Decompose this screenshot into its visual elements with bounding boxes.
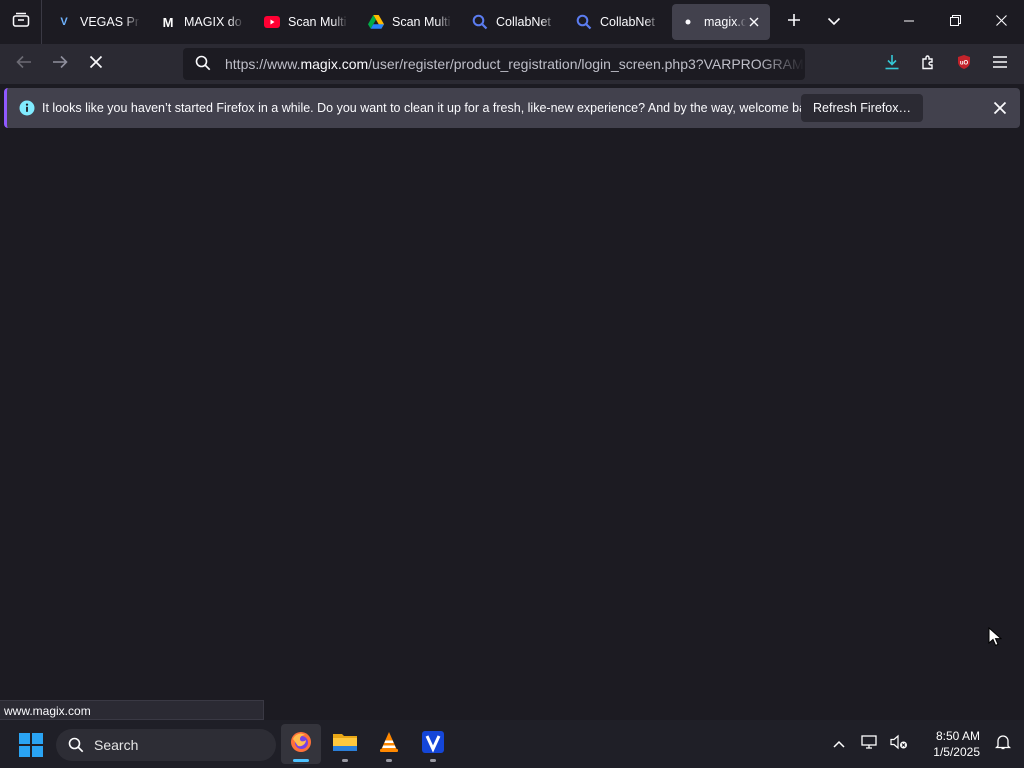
hamburger-menu-icon	[993, 55, 1007, 73]
tab-label: CollabNet	[600, 15, 655, 29]
search-icon	[195, 55, 211, 74]
firefox-view-button[interactable]	[0, 0, 42, 44]
system-tray: 8:50 AM 1/5/2025	[824, 720, 1024, 768]
tab-collabnet-2[interactable]: CollabNet	[568, 4, 668, 40]
speaker-muted-icon	[890, 734, 908, 755]
puzzle-piece-icon	[920, 54, 936, 75]
network-button[interactable]	[854, 720, 884, 768]
mouse-cursor-icon	[988, 626, 1003, 652]
toolbar-right: uO	[874, 44, 1024, 84]
tab-label: Scan Multi	[288, 15, 347, 29]
taskbar-vlc[interactable]	[369, 724, 409, 764]
stop-x-icon	[89, 55, 103, 74]
navigation-toolbar: https://www.magix.com/user/register/prod…	[0, 44, 1024, 84]
url-text[interactable]: https://www.magix.com/user/register/prod…	[225, 56, 805, 72]
taskbar-search-box[interactable]: Search	[56, 729, 276, 761]
search-favicon-icon	[472, 14, 488, 30]
youtube-favicon-icon	[264, 14, 280, 30]
ublock-origin-button[interactable]: uO	[946, 44, 982, 84]
vegas-pro-icon	[421, 730, 445, 759]
close-icon	[995, 13, 1007, 31]
taskbar-firefox[interactable]	[281, 724, 321, 764]
close-tab-icon[interactable]	[746, 14, 762, 30]
clock-time: 8:50 AM	[935, 729, 980, 743]
folder-icon	[332, 731, 358, 758]
bell-icon	[994, 734, 1012, 755]
chevron-up-icon	[833, 735, 845, 753]
refresh-firefox-notification: It looks like you haven’t started Firefo…	[4, 88, 1020, 128]
windows-logo-icon	[19, 733, 43, 761]
tab-collabnet-1[interactable]: CollabNet	[464, 4, 564, 40]
clock[interactable]: 8:50 AM 1/5/2025	[914, 728, 980, 760]
page-content-area	[0, 132, 1024, 720]
start-button[interactable]	[19, 733, 43, 757]
clock-date: 1/5/2025	[933, 745, 980, 759]
running-indicator	[386, 759, 392, 762]
close-window-button[interactable]	[978, 0, 1024, 44]
tab-scan-multi-youtube[interactable]: Scan Multi	[256, 4, 356, 40]
new-tab-button[interactable]	[774, 0, 814, 44]
loading-dot-icon	[680, 14, 696, 30]
tab-label: VEGAS Pro	[80, 15, 140, 29]
search-favicon-icon	[576, 14, 592, 30]
status-panel: www.magix.com	[0, 700, 264, 720]
download-icon	[884, 54, 900, 75]
app-menu-button[interactable]	[982, 44, 1018, 84]
arrow-left-icon	[16, 55, 32, 74]
search-icon	[68, 737, 84, 753]
tab-vegas-pro[interactable]: V VEGAS Pro	[48, 4, 148, 40]
ublock-shield-icon: uO	[956, 54, 972, 75]
windows-taskbar: Search 8:50 AM 1/5/2025	[0, 720, 1024, 768]
network-icon	[861, 734, 877, 755]
list-all-tabs-button[interactable]	[814, 0, 854, 44]
svg-text:uO: uO	[960, 60, 969, 66]
active-indicator	[293, 759, 309, 762]
tab-label: MAGIX do	[184, 15, 242, 29]
plus-icon	[787, 13, 801, 32]
minimize-icon	[904, 13, 914, 31]
stop-loading-button[interactable]	[78, 48, 114, 80]
restore-button[interactable]	[932, 0, 978, 44]
show-hidden-icons-button[interactable]	[824, 720, 854, 768]
notifications-button[interactable]	[988, 720, 1018, 768]
tab-strip: V VEGAS Pro M MAGIX do Scan Multi Scan M…	[0, 0, 1024, 44]
url-prefix: https://www.	[225, 56, 301, 72]
minimize-button[interactable]	[886, 0, 932, 44]
arrow-right-icon	[52, 55, 68, 74]
taskbar-file-explorer[interactable]	[325, 724, 365, 764]
volume-button[interactable]	[884, 720, 914, 768]
downloads-button[interactable]	[874, 44, 910, 84]
vegas-favicon-icon: V	[60, 16, 68, 28]
vlc-cone-icon	[377, 730, 401, 759]
close-notification-icon[interactable]	[990, 98, 1010, 118]
tab-label: CollabNet	[496, 15, 551, 29]
magix-favicon-icon: M	[162, 14, 174, 30]
taskbar-vegas-pro[interactable]	[413, 724, 453, 764]
url-bar[interactable]: https://www.magix.com/user/register/prod…	[183, 48, 805, 80]
refresh-firefox-button[interactable]: Refresh Firefox…	[801, 94, 923, 122]
chevron-down-icon	[827, 13, 841, 31]
google-drive-favicon-icon	[368, 14, 384, 30]
tab-label: magix.c	[704, 15, 746, 29]
firefox-icon	[289, 730, 313, 759]
tab-label: Scan Multi	[392, 15, 451, 29]
url-domain: magix.com	[300, 56, 369, 72]
back-button[interactable]	[6, 48, 42, 80]
running-indicator	[342, 759, 348, 762]
notification-message: It looks like you haven’t started Firefo…	[42, 101, 823, 115]
running-indicator	[430, 759, 436, 762]
forward-button[interactable]	[42, 48, 78, 80]
tab-list: V VEGAS Pro M MAGIX do Scan Multi Scan M…	[42, 0, 774, 44]
tab-magix-download[interactable]: M MAGIX do	[152, 4, 252, 40]
extensions-button[interactable]	[910, 44, 946, 84]
tab-scan-multi-drive[interactable]: Scan Multi	[360, 4, 460, 40]
info-icon	[19, 100, 35, 116]
firefox-view-icon	[12, 12, 30, 33]
tab-magix-active[interactable]: magix.c	[672, 4, 770, 40]
window-controls	[886, 0, 1024, 44]
search-label: Search	[94, 737, 139, 753]
restore-icon	[949, 13, 961, 31]
url-path: /user/register/product_registration/logi…	[368, 56, 805, 72]
